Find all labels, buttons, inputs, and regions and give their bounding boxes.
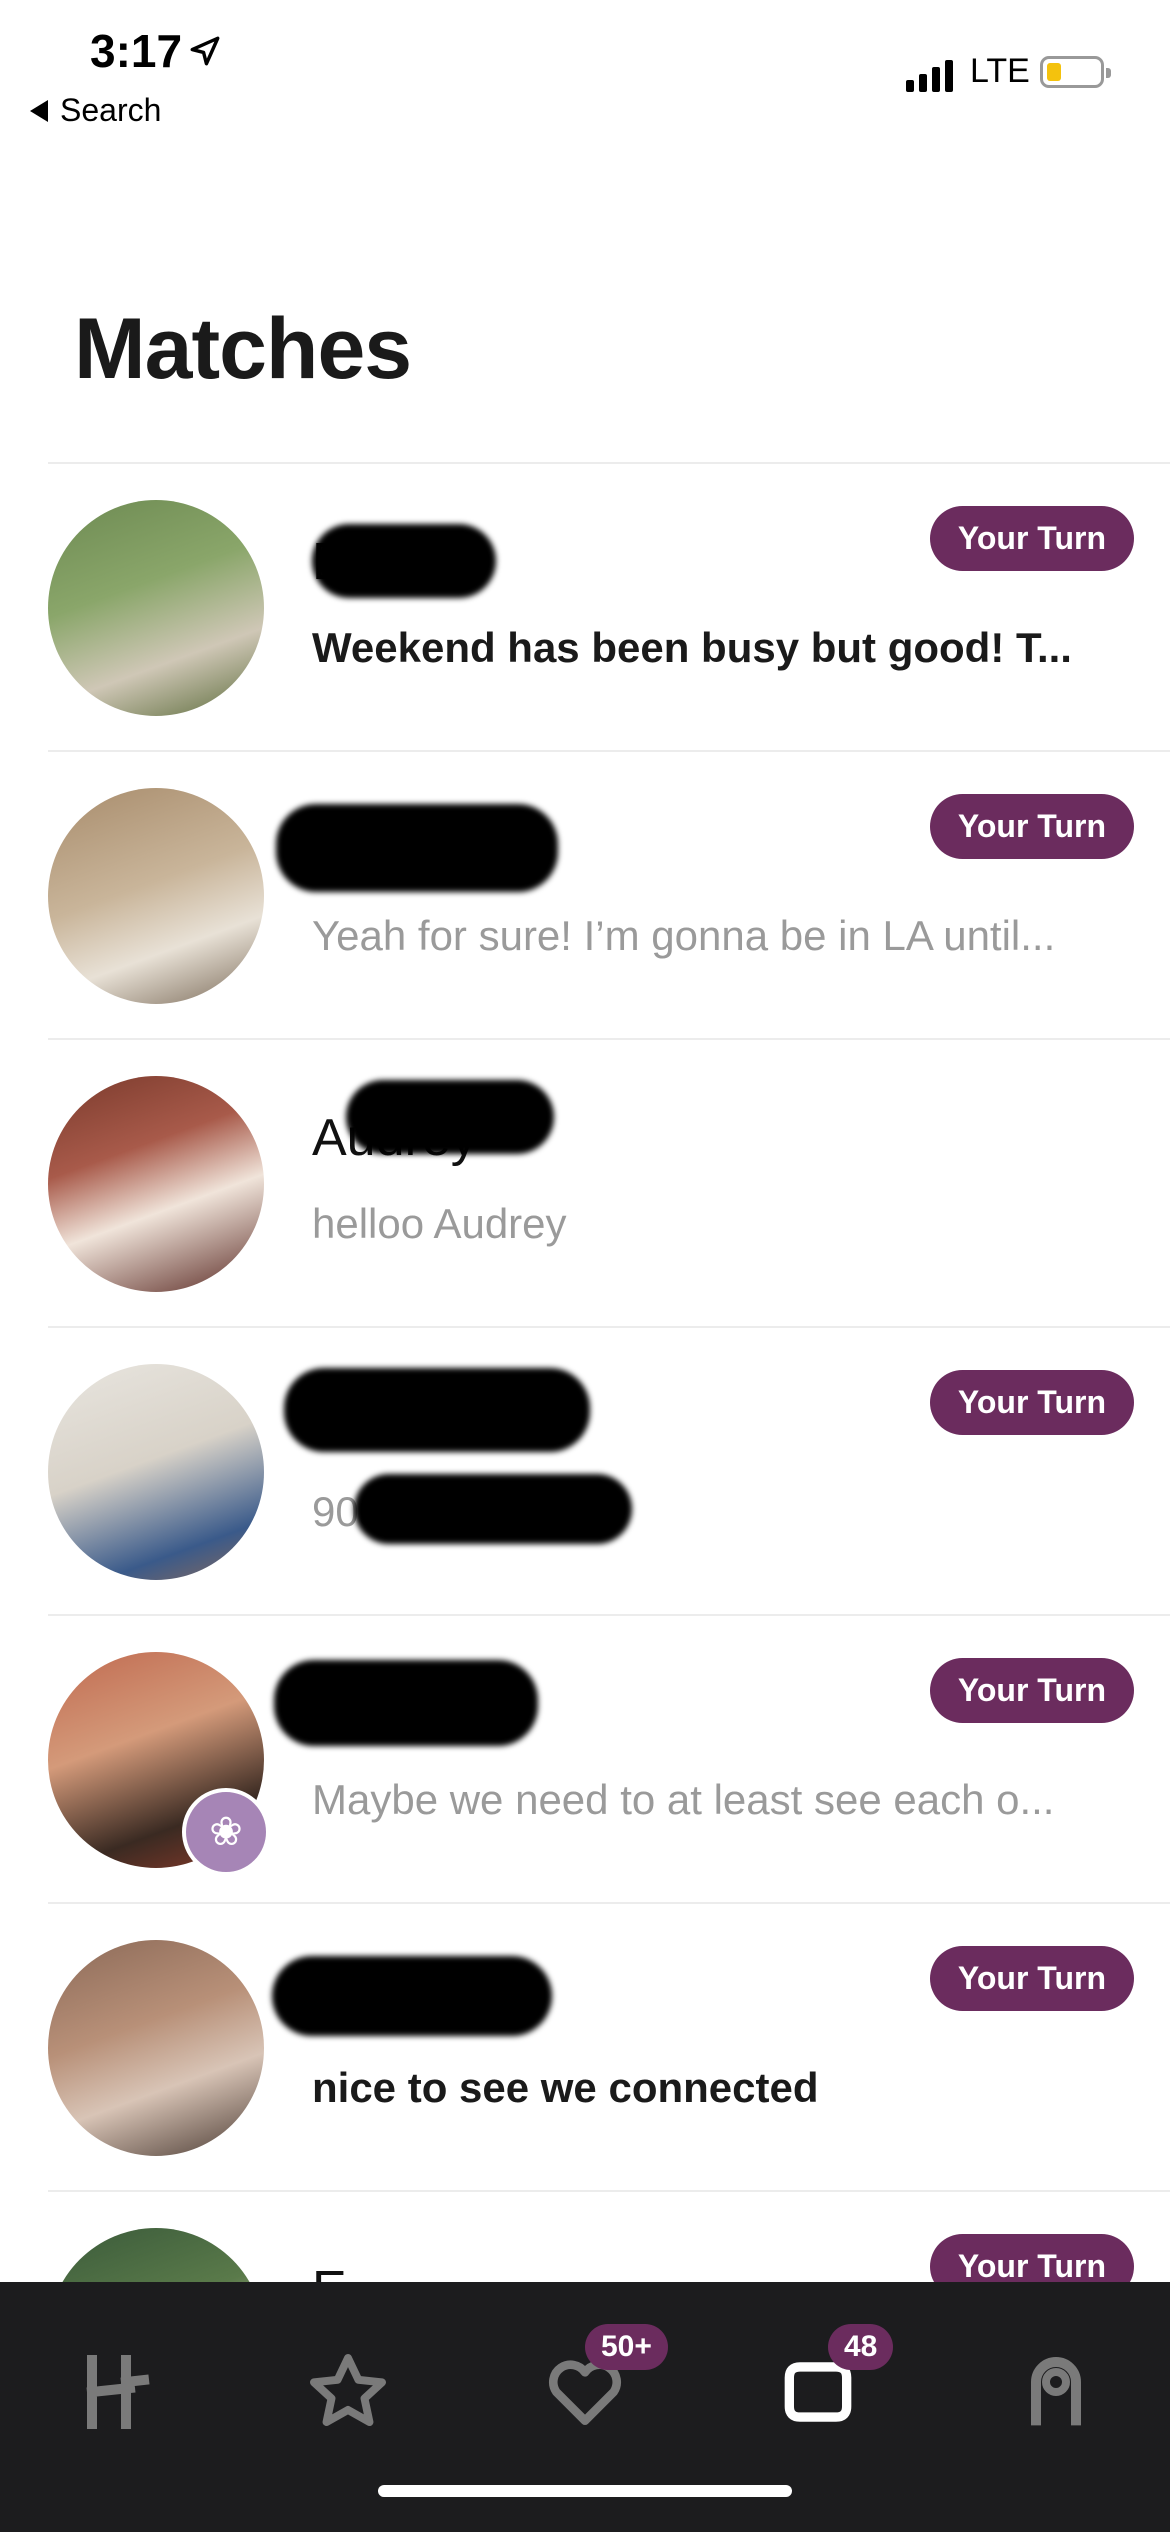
match-row[interactable]: S Yeah for sure! I’m gonna be in LA unti… (48, 750, 1170, 1038)
match-row[interactable]: ❀ J Maybe we need to at least see each o… (48, 1614, 1170, 1902)
home-indicator (378, 2485, 792, 2497)
redaction-mark (354, 1474, 632, 1544)
redaction-mark (272, 1956, 552, 2036)
tab-standouts[interactable] (288, 2332, 408, 2452)
avatar[interactable] (48, 788, 264, 1004)
redaction-mark (274, 1660, 538, 1746)
redaction-mark (276, 804, 558, 892)
avatar[interactable] (48, 1940, 264, 2156)
your-turn-badge: Your Turn (929, 1946, 1134, 2011)
match-row[interactable]: Audrey helloo Audrey (48, 1038, 1170, 1326)
message-preview: nice to see we connected (312, 2064, 819, 2111)
hinge-logo-icon (86, 2355, 150, 2429)
message-preview: helloo Audrey (312, 1200, 567, 1247)
back-to-search-button[interactable]: Search (30, 92, 161, 129)
tab-profile[interactable] (996, 2332, 1116, 2452)
location-arrow-icon (190, 36, 220, 66)
avatar[interactable] (48, 1364, 264, 1580)
redaction-mark (346, 1080, 554, 1154)
network-type: LTE (970, 52, 1030, 90)
page-title: Matches (74, 301, 412, 397)
match-row[interactable]: C 908-44 Your Turn (48, 1326, 1170, 1614)
tab-bar: 50+ 48 (0, 2282, 1170, 2532)
matches-list: E Weekend has been busy but good! T... Y… (48, 462, 1170, 2478)
avatar[interactable] (48, 1076, 264, 1292)
rose-icon: ❀ (182, 1788, 270, 1876)
message-preview: Maybe we need to at least see each o... (312, 1776, 1055, 1823)
tab-home[interactable] (54, 2332, 174, 2452)
profile-icon (1031, 2357, 1081, 2426)
your-turn-badge: Your Turn (929, 1370, 1134, 1435)
your-turn-badge: Your Turn (929, 1658, 1134, 1723)
your-turn-badge: Your Turn (929, 506, 1134, 571)
message-preview: Yeah for sure! I’m gonna be in LA until.… (312, 912, 1056, 959)
cellular-signal-icon (906, 56, 953, 92)
your-turn-badge: Your Turn (929, 794, 1134, 859)
redaction-mark (312, 524, 496, 598)
status-time: 3:17 (90, 25, 183, 77)
message-preview: Weekend has been busy but good! T... (312, 624, 1072, 671)
matches-count-badge: 48 (828, 2324, 894, 2370)
back-label: Search (60, 92, 162, 128)
likes-count-badge: 50+ (585, 2324, 668, 2370)
avatar[interactable] (48, 500, 264, 716)
tab-likes[interactable]: 50+ (525, 2324, 668, 2452)
match-row[interactable]: E Weekend has been busy but good! T... Y… (48, 462, 1170, 750)
match-row[interactable]: A nice to see we connected Your Turn (48, 1902, 1170, 2190)
star-icon (310, 2354, 386, 2427)
tab-matches[interactable]: 48 (758, 2324, 894, 2452)
battery-icon (1040, 56, 1111, 88)
status-bar: 3:17 Search LTE (0, 0, 1170, 140)
redaction-mark (284, 1368, 590, 1452)
back-arrow-icon (30, 99, 48, 122)
